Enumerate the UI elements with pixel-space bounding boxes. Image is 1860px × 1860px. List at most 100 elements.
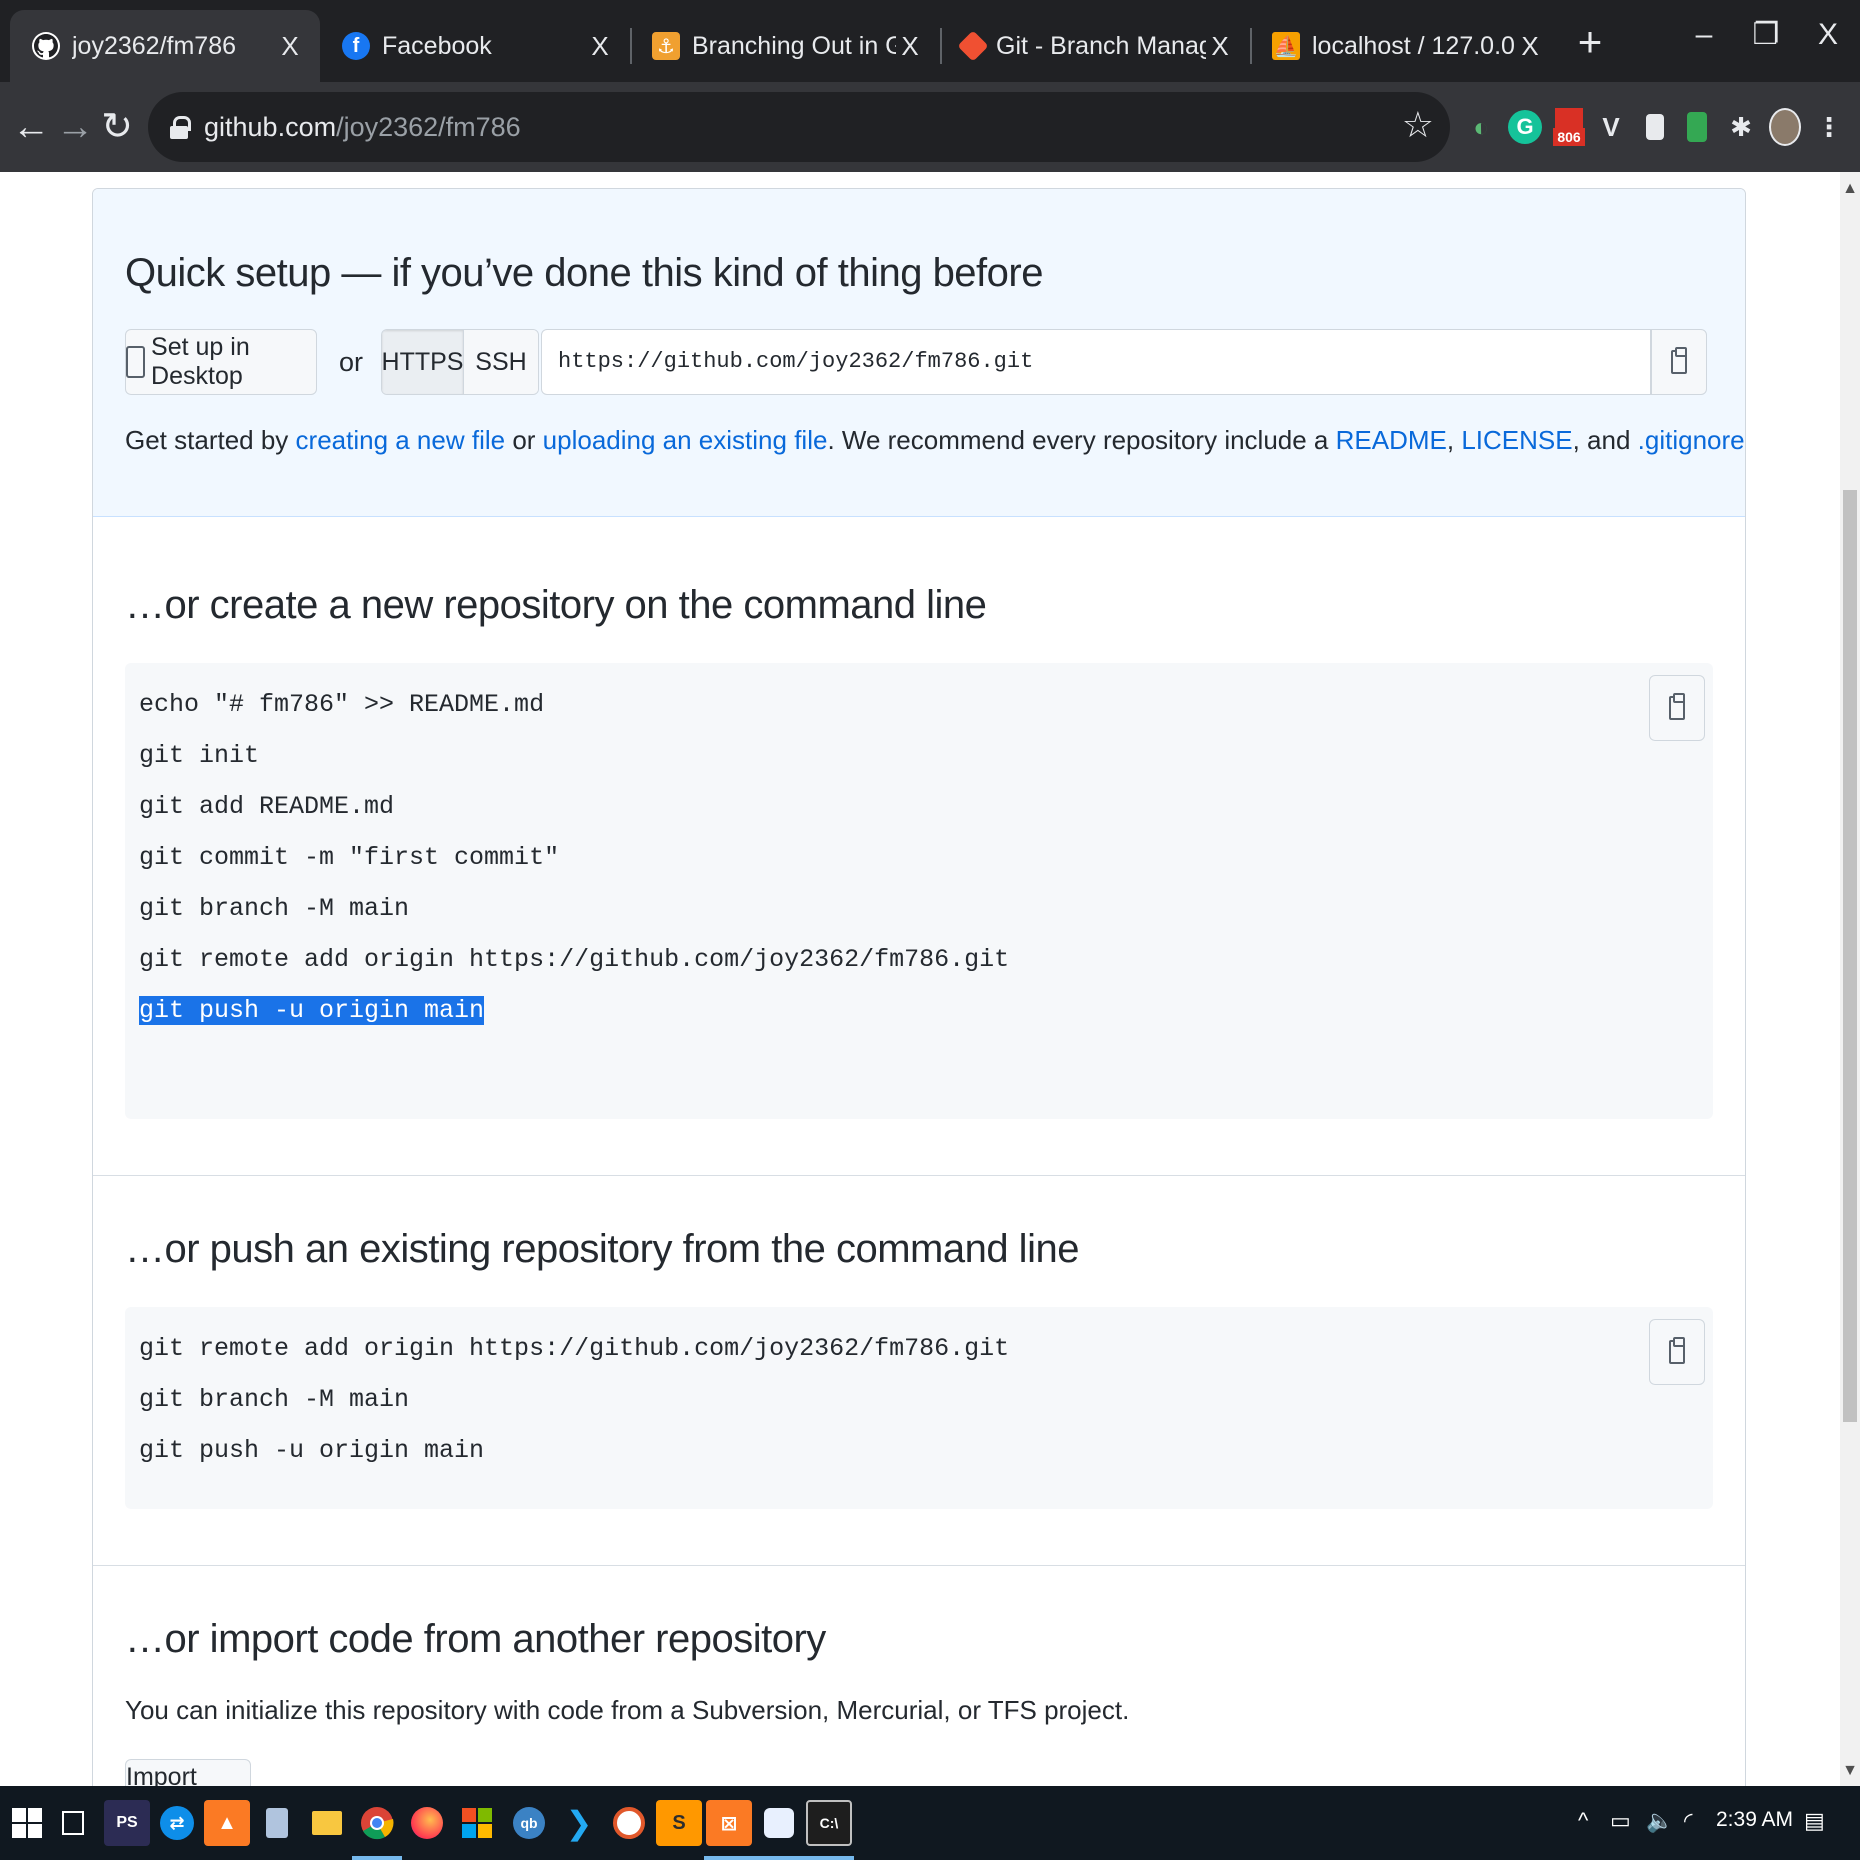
quick-setup-panel: Quick setup — if you’ve done this kind o…: [93, 189, 1745, 517]
url-domain: github.com: [204, 111, 337, 142]
section-divider: [93, 1175, 1745, 1176]
vpn-icon[interactable]: [756, 1800, 802, 1846]
tab-close-icon[interactable]: X: [896, 31, 924, 62]
protocol-toggle: HTTPS SSH: [381, 329, 539, 395]
tab-close-icon[interactable]: X: [586, 31, 614, 62]
battery-icon[interactable]: ▭: [1610, 1808, 1631, 1834]
tab-github[interactable]: joy2362/fm786 X: [10, 10, 320, 82]
page-scrollbar[interactable]: ▲ ▼: [1840, 172, 1860, 1786]
minimize-button[interactable]: –: [1674, 10, 1734, 60]
setup-in-desktop-button[interactable]: Set up in Desktop: [125, 329, 317, 395]
scrollbar-thumb[interactable]: [1843, 490, 1857, 1422]
sublime-icon[interactable]: S: [656, 1800, 702, 1846]
show-hidden-icons-chevron-icon[interactable]: ^: [1578, 1808, 1588, 1834]
gitignore-link[interactable]: .gitignore: [1638, 425, 1745, 455]
section-divider: [93, 1565, 1745, 1566]
mail-count-badge: 806: [1553, 128, 1585, 146]
cmd-icon[interactable]: C:\: [806, 1800, 852, 1846]
volume-icon[interactable]: 🔈: [1646, 1808, 1673, 1834]
copy-clone-url-button[interactable]: [1651, 329, 1707, 395]
clipboard-icon: [1669, 693, 1685, 720]
extensions-puzzle-icon[interactable]: ✱: [1722, 104, 1760, 150]
selected-text: git push -u origin main: [139, 996, 485, 1025]
import-code-title: …or import code from another repository: [125, 1617, 826, 1661]
readme-link[interactable]: README: [1336, 425, 1447, 455]
license-link[interactable]: LICENSE: [1461, 425, 1572, 455]
windows-start-icon[interactable]: [4, 1800, 50, 1846]
extension-light-icon[interactable]: [1636, 104, 1674, 150]
tab-title: Branching Out in GIT | Git Tuto: [692, 31, 896, 60]
tab-title: Git - Branch Management: [996, 31, 1206, 60]
get-started-text: Get started by creating a new file or up…: [125, 425, 1745, 456]
recommend-text: . We recommend every repository include …: [827, 425, 1336, 455]
copy-push-commands-button[interactable]: [1649, 1319, 1705, 1385]
browser-menu-icon[interactable]: ⋮: [1810, 104, 1848, 150]
windows-taskbar: PS ⇄ ▲ qb ❯ S ⊠ C:\ ^ ▭ 🔈 ◜ 2:39 AM ▤: [0, 1786, 1860, 1860]
address-bar[interactable]: github.com /joy2362/fm786 ☆: [148, 92, 1450, 162]
task-view-icon[interactable]: [50, 1800, 96, 1846]
github-icon: [32, 32, 60, 60]
tab-branching-tutorial[interactable]: ⚓ Branching Out in GIT | Git Tuto X: [630, 10, 940, 82]
tab-phpmyadmin[interactable]: ⛵ localhost / 127.0.0.1 / fm786 / X: [1250, 10, 1560, 82]
chrome-icon[interactable]: [354, 1800, 400, 1846]
scroll-down-arrow-icon[interactable]: ▼: [1840, 1762, 1860, 1780]
desktop-download-icon: [126, 346, 146, 378]
copy-create-commands-button[interactable]: [1649, 675, 1705, 741]
upload-existing-file-link[interactable]: uploading an existing file: [543, 425, 828, 455]
notifications-icon[interactable]: ▤: [1804, 1808, 1825, 1834]
profile-avatar[interactable]: [1766, 104, 1804, 150]
vscode-icon[interactable]: ❯: [556, 1800, 602, 1846]
push-existing-code-block: git remote add origin https://github.com…: [125, 1307, 1713, 1509]
scroll-up-arrow-icon[interactable]: ▲: [1840, 180, 1860, 198]
grammarly-icon[interactable]: G: [1506, 104, 1544, 150]
create-new-file-link[interactable]: creating a new file: [296, 425, 506, 455]
phpmyadmin-icon: ⛵: [1272, 32, 1300, 60]
bookmark-star-icon[interactable]: ☆: [1402, 104, 1434, 146]
mail-checker-icon[interactable]: 806: [1550, 104, 1588, 150]
facebook-icon: f: [342, 32, 370, 60]
back-arrow-icon[interactable]: ←: [8, 104, 54, 150]
code-line: git branch -M main: [139, 894, 410, 923]
file-explorer-icon[interactable]: [304, 1800, 350, 1846]
text-and: , and: [1572, 425, 1638, 455]
phpstorm-icon[interactable]: PS: [104, 1800, 150, 1846]
page-viewport: Quick setup — if you’ve done this kind o…: [0, 172, 1840, 1786]
qbittorrent-icon[interactable]: qb: [506, 1800, 552, 1846]
taskbar-clock[interactable]: 2:39 AM: [1716, 1808, 1793, 1832]
or-label: or: [339, 347, 364, 377]
tab-title: localhost / 127.0.0.1 / fm786 /: [1312, 31, 1516, 60]
active-app-indicator: [804, 1856, 854, 1860]
ssh-button[interactable]: SSH: [464, 330, 538, 394]
close-window-button[interactable]: X: [1798, 10, 1858, 60]
winrar-icon[interactable]: [454, 1800, 500, 1846]
import-code-description: You can initialize this repository with …: [125, 1695, 1130, 1725]
restore-button[interactable]: ❐: [1736, 10, 1796, 60]
xampp-control-icon[interactable]: ⊠: [706, 1800, 752, 1846]
tab-facebook[interactable]: f Facebook X: [320, 10, 630, 82]
xampp-icon[interactable]: ▲: [204, 1800, 250, 1846]
clipboard-icon: [1671, 347, 1687, 374]
clone-url-input[interactable]: https://github.com/joy2362/fm786.git: [541, 329, 1651, 395]
url-path: /joy2362/fm786: [336, 111, 521, 142]
new-tab-button[interactable]: +: [1566, 18, 1614, 66]
box-icon[interactable]: [254, 1800, 300, 1846]
wifi-icon[interactable]: ◜: [1684, 1808, 1693, 1834]
git-icon: [957, 30, 989, 62]
browser-tab-strip: joy2362/fm786 X f Facebook X ⚓ Branching…: [0, 0, 1860, 82]
reload-icon[interactable]: ↻: [94, 104, 140, 150]
vpn-extension-icon[interactable]: V: [1592, 104, 1630, 150]
code-line: git commit -m "first commit": [139, 843, 560, 872]
tab-git-branch-management[interactable]: Git - Branch Management X: [940, 10, 1250, 82]
extension-leaf-icon[interactable]: ◐: [1462, 104, 1500, 150]
tab-close-icon[interactable]: X: [276, 31, 304, 62]
tab-close-icon[interactable]: X: [1516, 31, 1544, 62]
forward-arrow-icon[interactable]: →: [52, 104, 98, 150]
code-line: git push -u origin main: [139, 1436, 485, 1465]
import-code-button[interactable]: Import code: [125, 1759, 251, 1786]
pdf-icon[interactable]: [606, 1800, 652, 1846]
teamviewer-icon[interactable]: ⇄: [154, 1800, 200, 1846]
firefox-icon[interactable]: [404, 1800, 450, 1846]
https-button[interactable]: HTTPS: [382, 330, 464, 394]
tab-close-icon[interactable]: X: [1206, 31, 1234, 62]
extension-green-icon[interactable]: [1678, 104, 1716, 150]
